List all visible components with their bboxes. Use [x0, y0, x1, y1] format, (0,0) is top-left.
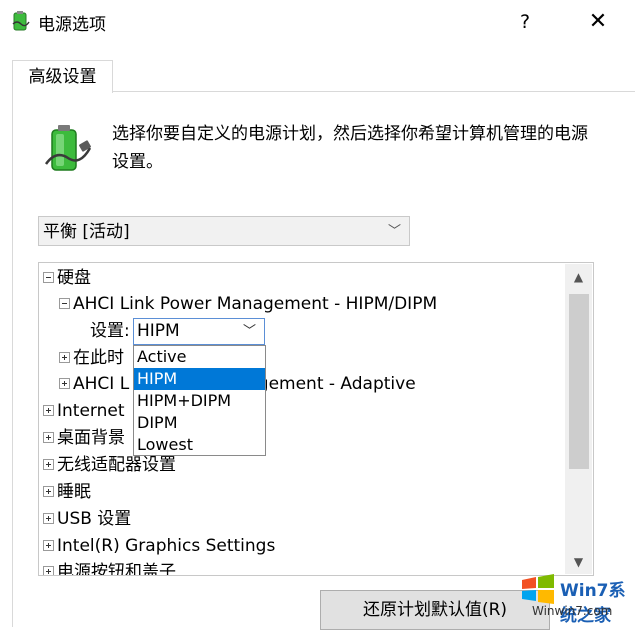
chevron-down-icon: ﹀: [387, 224, 401, 239]
power-options-icon: [12, 11, 30, 31]
tab-advanced-settings[interactable]: 高级设置: [12, 60, 113, 93]
tree-item-ahci-hipm-dipm[interactable]: AHCI Link Power Management - HIPM/DIPM: [59, 292, 437, 316]
tree-item-internet[interactable]: Internet: [43, 399, 125, 423]
expand-icon[interactable]: [43, 565, 54, 575]
tree-scrollbar[interactable]: ▲ ▼: [565, 264, 592, 574]
windows-logo-icon: [522, 574, 554, 604]
expand-icon[interactable]: [43, 512, 54, 524]
tree-item-turn-off-after[interactable]: 在此时: [59, 346, 124, 370]
tree-item-sleep[interactable]: 睡眠: [43, 480, 91, 504]
expand-icon[interactable]: [59, 377, 70, 389]
title-bar: 电源选项 ? ✕: [0, 0, 636, 44]
battery-plug-icon: [44, 125, 92, 171]
setting-value: HIPM: [137, 321, 180, 341]
watermark-url: Winwin7.com: [532, 604, 613, 618]
tree-item-desktop-background[interactable]: 桌面背景: [43, 426, 125, 450]
expand-icon[interactable]: [43, 539, 54, 551]
setting-dropdown-list[interactable]: Active HIPM HIPM+DIPM DIPM Lowest: [133, 345, 266, 456]
tree-item-hard-disk[interactable]: 硬盘: [43, 266, 91, 290]
chevron-down-icon: ﹀: [242, 324, 256, 339]
window-title: 电源选项: [38, 15, 106, 35]
watermark-text: Win7系统之家: [560, 581, 626, 626]
tree-item-usb-settings[interactable]: USB 设置: [43, 507, 131, 531]
tree-item-power-buttons[interactable]: 电源按钮和盖子: [43, 560, 176, 575]
close-button[interactable]: ✕: [575, 4, 621, 40]
page-description: 选择你要自定义的电源计划，然后选择你希望计算机管理的电源设置。: [112, 124, 588, 172]
tree-item-wireless-adapter[interactable]: 无线适配器设置: [43, 453, 176, 477]
expand-icon[interactable]: [43, 404, 54, 416]
setting-value-combo[interactable]: HIPM ﹀: [133, 318, 265, 345]
collapse-icon[interactable]: [59, 297, 70, 309]
help-button[interactable]: ?: [505, 4, 545, 40]
collapse-icon[interactable]: [43, 271, 54, 283]
option-active[interactable]: Active: [134, 346, 265, 368]
power-plan-select[interactable]: 平衡 [活动] ﹀: [38, 216, 410, 246]
settings-tree[interactable]: 硬盘 AHCI Link Power Management - HIPM/DIP…: [38, 262, 594, 576]
expand-icon[interactable]: [43, 485, 54, 497]
watermark: Win7系统之家 Winwin7.com: [520, 570, 636, 626]
setting-label: 设置:: [90, 321, 130, 341]
option-dipm[interactable]: DIPM: [134, 412, 265, 434]
scroll-up-arrow-icon[interactable]: ▲: [565, 266, 592, 288]
expand-icon[interactable]: [43, 458, 54, 470]
scroll-thumb[interactable]: [569, 294, 589, 469]
tree-item-intel-graphics[interactable]: Intel(R) Graphics Settings: [43, 534, 275, 558]
option-hipm-dipm[interactable]: HIPM+DIPM: [134, 390, 265, 412]
expand-icon[interactable]: [43, 431, 54, 443]
power-plan-value: 平衡 [活动]: [43, 222, 130, 242]
expand-icon[interactable]: [59, 351, 70, 363]
option-hipm[interactable]: HIPM: [134, 368, 265, 390]
restore-plan-defaults-button[interactable]: 还原计划默认值(R): [320, 590, 550, 630]
option-lowest[interactable]: Lowest: [134, 434, 265, 456]
